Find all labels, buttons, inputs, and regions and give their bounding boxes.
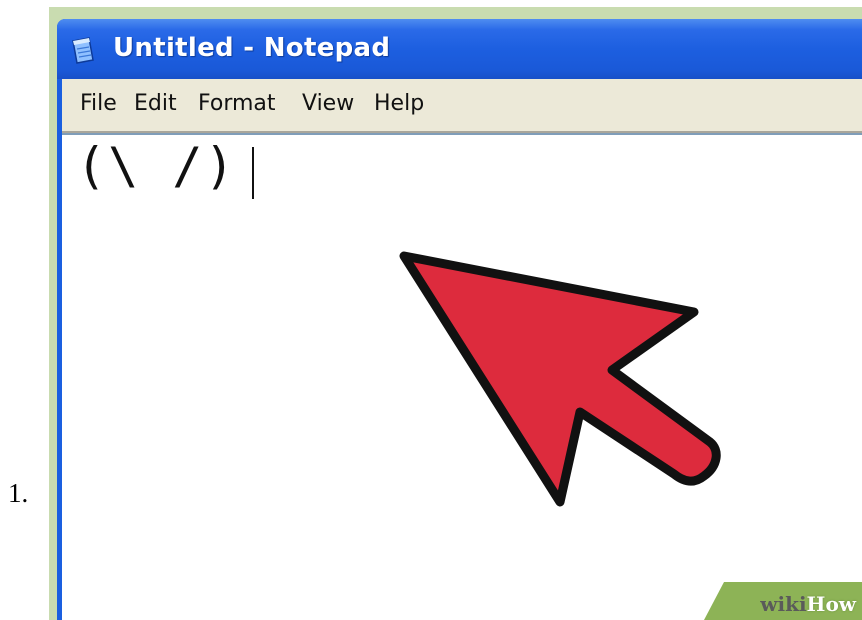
window-title: Untitled - Notepad bbox=[113, 33, 391, 63]
editor-content[interactable]: (\ /) bbox=[76, 137, 237, 195]
menu-help[interactable]: Help bbox=[374, 91, 424, 116]
red-pointer-arrow-icon bbox=[399, 251, 721, 507]
menu-view[interactable]: View bbox=[302, 91, 354, 116]
menu-file[interactable]: File bbox=[80, 91, 117, 116]
wikihow-watermark-text: wikiHow bbox=[760, 592, 856, 616]
title-bar[interactable]: Untitled - Notepad bbox=[57, 19, 862, 79]
step-number: 1. bbox=[8, 478, 29, 508]
text-caret bbox=[252, 147, 254, 199]
watermark-wiki: wiki bbox=[760, 592, 807, 616]
notepad-icon bbox=[72, 37, 94, 64]
watermark-how: How bbox=[806, 592, 856, 616]
menu-format[interactable]: Format bbox=[198, 91, 276, 116]
menu-edit[interactable]: Edit bbox=[134, 91, 177, 116]
menu-bar: File Edit Format View Help bbox=[62, 79, 862, 133]
